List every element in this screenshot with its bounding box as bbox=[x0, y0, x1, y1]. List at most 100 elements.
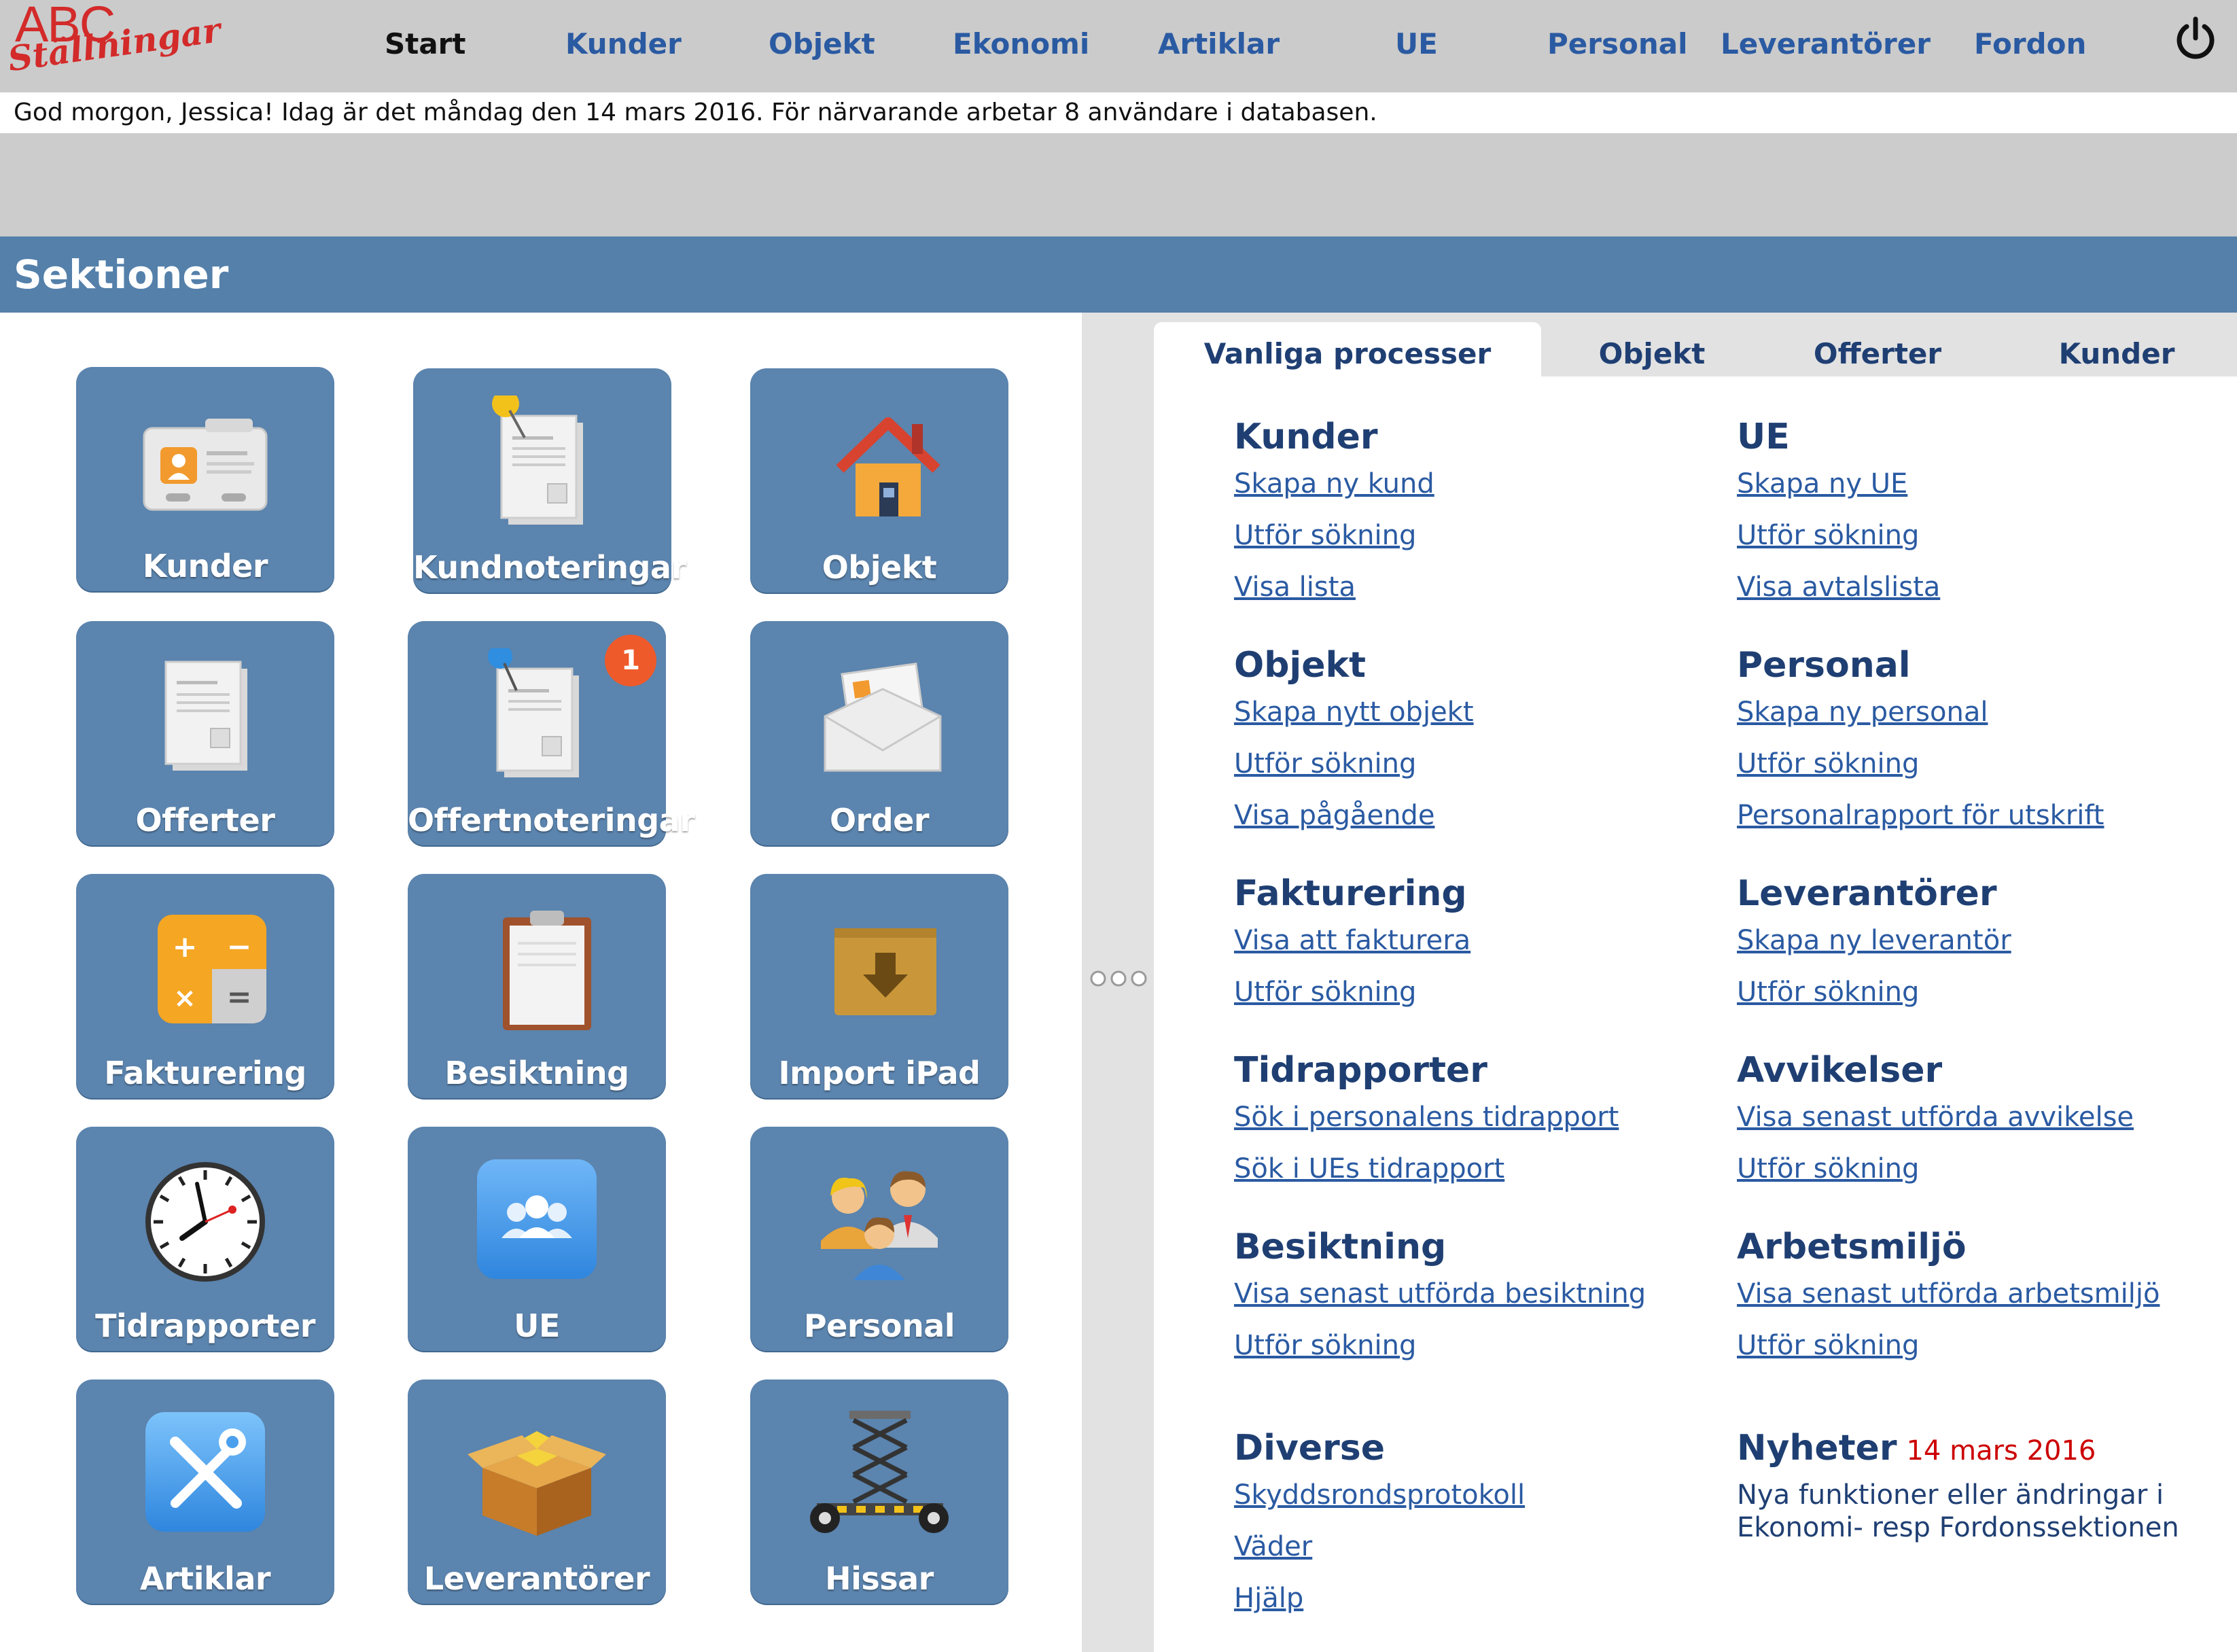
svg-text:=: = bbox=[227, 980, 252, 1015]
tile-objekt[interactable]: Objekt bbox=[750, 368, 1008, 593]
tile-label: Offertnoteringar bbox=[408, 802, 695, 839]
nav-start[interactable]: Start bbox=[385, 27, 465, 60]
group-arbetsmiljo: Arbetsmiljö Visa senast utförda arbetsmi… bbox=[1737, 1226, 2160, 1371]
group-title: Kunder bbox=[1234, 417, 1378, 457]
envelope-icon bbox=[824, 663, 942, 772]
tools-icon bbox=[145, 1412, 265, 1532]
people-icon bbox=[821, 1171, 938, 1280]
tile-personal[interactable]: Personal bbox=[750, 1127, 1008, 1351]
pinned-note-icon bbox=[492, 396, 583, 525]
link-arbetsmiljo-utfor-sokning[interactable]: Utför sökning bbox=[1737, 1320, 2160, 1371]
link-skapa-ny-kund[interactable]: Skapa ny kund bbox=[1234, 458, 1434, 510]
tile-tidrapporter[interactable]: Tidrapporter bbox=[76, 1127, 334, 1351]
link-visa-pagaende[interactable]: Visa pågående bbox=[1234, 790, 1474, 841]
news-date: 14 mars 2016 bbox=[1906, 1435, 2096, 1466]
group-title: Tidrapporter bbox=[1234, 1050, 1487, 1091]
nav-artiklar[interactable]: Artiklar bbox=[1158, 27, 1280, 60]
group-icon bbox=[477, 1159, 597, 1279]
group-title: Personal bbox=[1737, 645, 1911, 686]
nav-personal[interactable]: Personal bbox=[1547, 27, 1687, 60]
contact-card-icon bbox=[143, 419, 268, 511]
resize-handle-icon[interactable] bbox=[1086, 966, 1151, 991]
link-skapa-ny-leverantor[interactable]: Skapa ny leverantör bbox=[1737, 915, 2011, 966]
package-icon bbox=[468, 1431, 606, 1536]
tile-kunder[interactable]: Kunder bbox=[76, 367, 334, 591]
tile-label: Kunder bbox=[142, 548, 268, 584]
group-avvikelser: Avvikelser Visa senast utförda avvikelse… bbox=[1737, 1049, 2134, 1195]
link-skapa-nytt-objekt[interactable]: Skapa nytt objekt bbox=[1234, 686, 1474, 738]
power-icon[interactable] bbox=[2172, 15, 2219, 63]
link-hjalp[interactable]: Hjälp bbox=[1234, 1572, 1525, 1624]
tile-kundnoteringar[interactable]: Kundnoteringar bbox=[413, 368, 686, 593]
section-title: Sektioner bbox=[14, 251, 229, 298]
nav-ekonomi[interactable]: Ekonomi bbox=[953, 27, 1089, 60]
tile-label: UE bbox=[514, 1307, 560, 1344]
header-spacer bbox=[0, 133, 2237, 236]
tab-objekt[interactable]: Objekt bbox=[1547, 322, 1757, 376]
link-vader[interactable]: Väder bbox=[1234, 1521, 1525, 1572]
link-skapa-ny-personal[interactable]: Skapa ny personal bbox=[1737, 686, 2104, 738]
group-title: Nyheter 14 mars 2016 bbox=[1737, 1427, 2226, 1472]
group-ue: UE Skapa ny UE Utför sökning Visa avtals… bbox=[1737, 416, 1940, 613]
link-personalrapport[interactable]: Personalrapport för utskrift bbox=[1737, 790, 2104, 841]
link-sok-personalens-tidrapport[interactable]: Sök i personalens tidrapport bbox=[1234, 1091, 1619, 1143]
link-visa-senast-besiktning[interactable]: Visa senast utförda besiktning bbox=[1234, 1268, 1646, 1320]
main-nav: Start Kunder Objekt Ekonomi Artiklar UE … bbox=[0, 0, 2237, 92]
link-sok-ues-tidrapport[interactable]: Sök i UEs tidrapport bbox=[1234, 1143, 1619, 1195]
document-icon bbox=[164, 661, 247, 771]
tile-import-ipad[interactable]: Import iPad bbox=[750, 874, 1008, 1098]
svg-text:×: × bbox=[173, 983, 196, 1014]
scissor-lift-icon bbox=[810, 1411, 949, 1533]
tile-label: Tidrapporter bbox=[95, 1307, 315, 1344]
tab-vanliga-processer[interactable]: Vanliga processer bbox=[1154, 322, 1541, 376]
link-skapa-ny-ue[interactable]: Skapa ny UE bbox=[1737, 458, 1940, 510]
tile-label: Artiklar bbox=[139, 1560, 271, 1597]
group-kunder: Kunder Skapa ny kund Utför sökning Visa … bbox=[1234, 416, 1434, 613]
news-title: Nyheter bbox=[1737, 1428, 1897, 1469]
tile-hissar[interactable]: Hissar bbox=[750, 1379, 1008, 1604]
clock-icon bbox=[145, 1162, 265, 1282]
link-leverantorer-utfor-sokning[interactable]: Utför sökning bbox=[1737, 966, 2011, 1018]
tile-ue[interactable]: UE bbox=[408, 1127, 666, 1351]
tile-label: Order bbox=[829, 802, 930, 839]
group-title: UE bbox=[1737, 417, 1790, 457]
tab-bar: Vanliga processer Objekt Offerter Kunder bbox=[1154, 322, 2237, 376]
svg-text:+: + bbox=[173, 930, 198, 964]
link-ue-utfor-sokning[interactable]: Utför sökning bbox=[1737, 510, 1940, 561]
link-avvikelser-utfor-sokning[interactable]: Utför sökning bbox=[1737, 1143, 2134, 1195]
nav-leverantorer[interactable]: Leverantörer bbox=[1721, 27, 1931, 60]
tile-besiktning[interactable]: Besiktning bbox=[408, 874, 666, 1098]
tile-label: Kundnoteringar bbox=[413, 549, 686, 586]
group-personal: Personal Skapa ny personal Utför sökning… bbox=[1737, 644, 2104, 841]
tile-label: Offerter bbox=[135, 802, 275, 839]
link-visa-senast-arbetsmiljo[interactable]: Visa senast utförda arbetsmiljö bbox=[1737, 1268, 2160, 1320]
link-kunder-utfor-sokning[interactable]: Utför sökning bbox=[1234, 510, 1434, 561]
tile-order[interactable]: Order bbox=[750, 621, 1008, 845]
link-visa-att-fakturera[interactable]: Visa att fakturera bbox=[1234, 915, 1470, 966]
link-fakturering-utfor-sokning[interactable]: Utför sökning bbox=[1234, 966, 1470, 1018]
calculator-icon: + − × = bbox=[158, 915, 266, 1023]
tile-label: Fakturering bbox=[104, 1055, 306, 1091]
nav-kunder[interactable]: Kunder bbox=[565, 27, 682, 60]
tile-label: Besiktning bbox=[444, 1055, 629, 1091]
tab-offerter[interactable]: Offerter bbox=[1765, 322, 1990, 376]
nav-fordon[interactable]: Fordon bbox=[1974, 27, 2086, 60]
tile-fakturering[interactable]: + − × = Fakturering bbox=[76, 874, 334, 1098]
tile-offertnoteringar[interactable]: 1 Offertnoteringar bbox=[408, 621, 695, 845]
link-visa-senast-avvikelse[interactable]: Visa senast utförda avvikelse bbox=[1737, 1091, 2134, 1143]
group-nyheter: Nyheter 14 mars 2016 Nya funktioner eller… bbox=[1737, 1427, 2226, 1544]
link-personal-utfor-sokning[interactable]: Utför sökning bbox=[1737, 738, 2104, 790]
link-objekt-utfor-sokning[interactable]: Utför sökning bbox=[1234, 738, 1474, 790]
nav-objekt[interactable]: Objekt bbox=[769, 27, 875, 60]
link-besiktning-utfor-sokning[interactable]: Utför sökning bbox=[1234, 1320, 1646, 1371]
tile-offerter[interactable]: Offerter bbox=[76, 621, 334, 845]
tile-artiklar[interactable]: Artiklar bbox=[76, 1379, 334, 1604]
link-visa-lista[interactable]: Visa lista bbox=[1234, 561, 1434, 613]
link-skyddsrondsprotokoll[interactable]: Skyddsrondsprotokoll bbox=[1234, 1469, 1525, 1521]
tile-leverantorer[interactable]: Leverantörer bbox=[408, 1379, 666, 1604]
link-visa-avtalslista[interactable]: Visa avtalslista bbox=[1737, 561, 1940, 613]
tile-label: Leverantörer bbox=[423, 1560, 650, 1597]
tab-kunder[interactable]: Kunder bbox=[2005, 322, 2229, 376]
group-title: Fakturering bbox=[1234, 873, 1467, 914]
nav-ue[interactable]: UE bbox=[1395, 27, 1438, 60]
